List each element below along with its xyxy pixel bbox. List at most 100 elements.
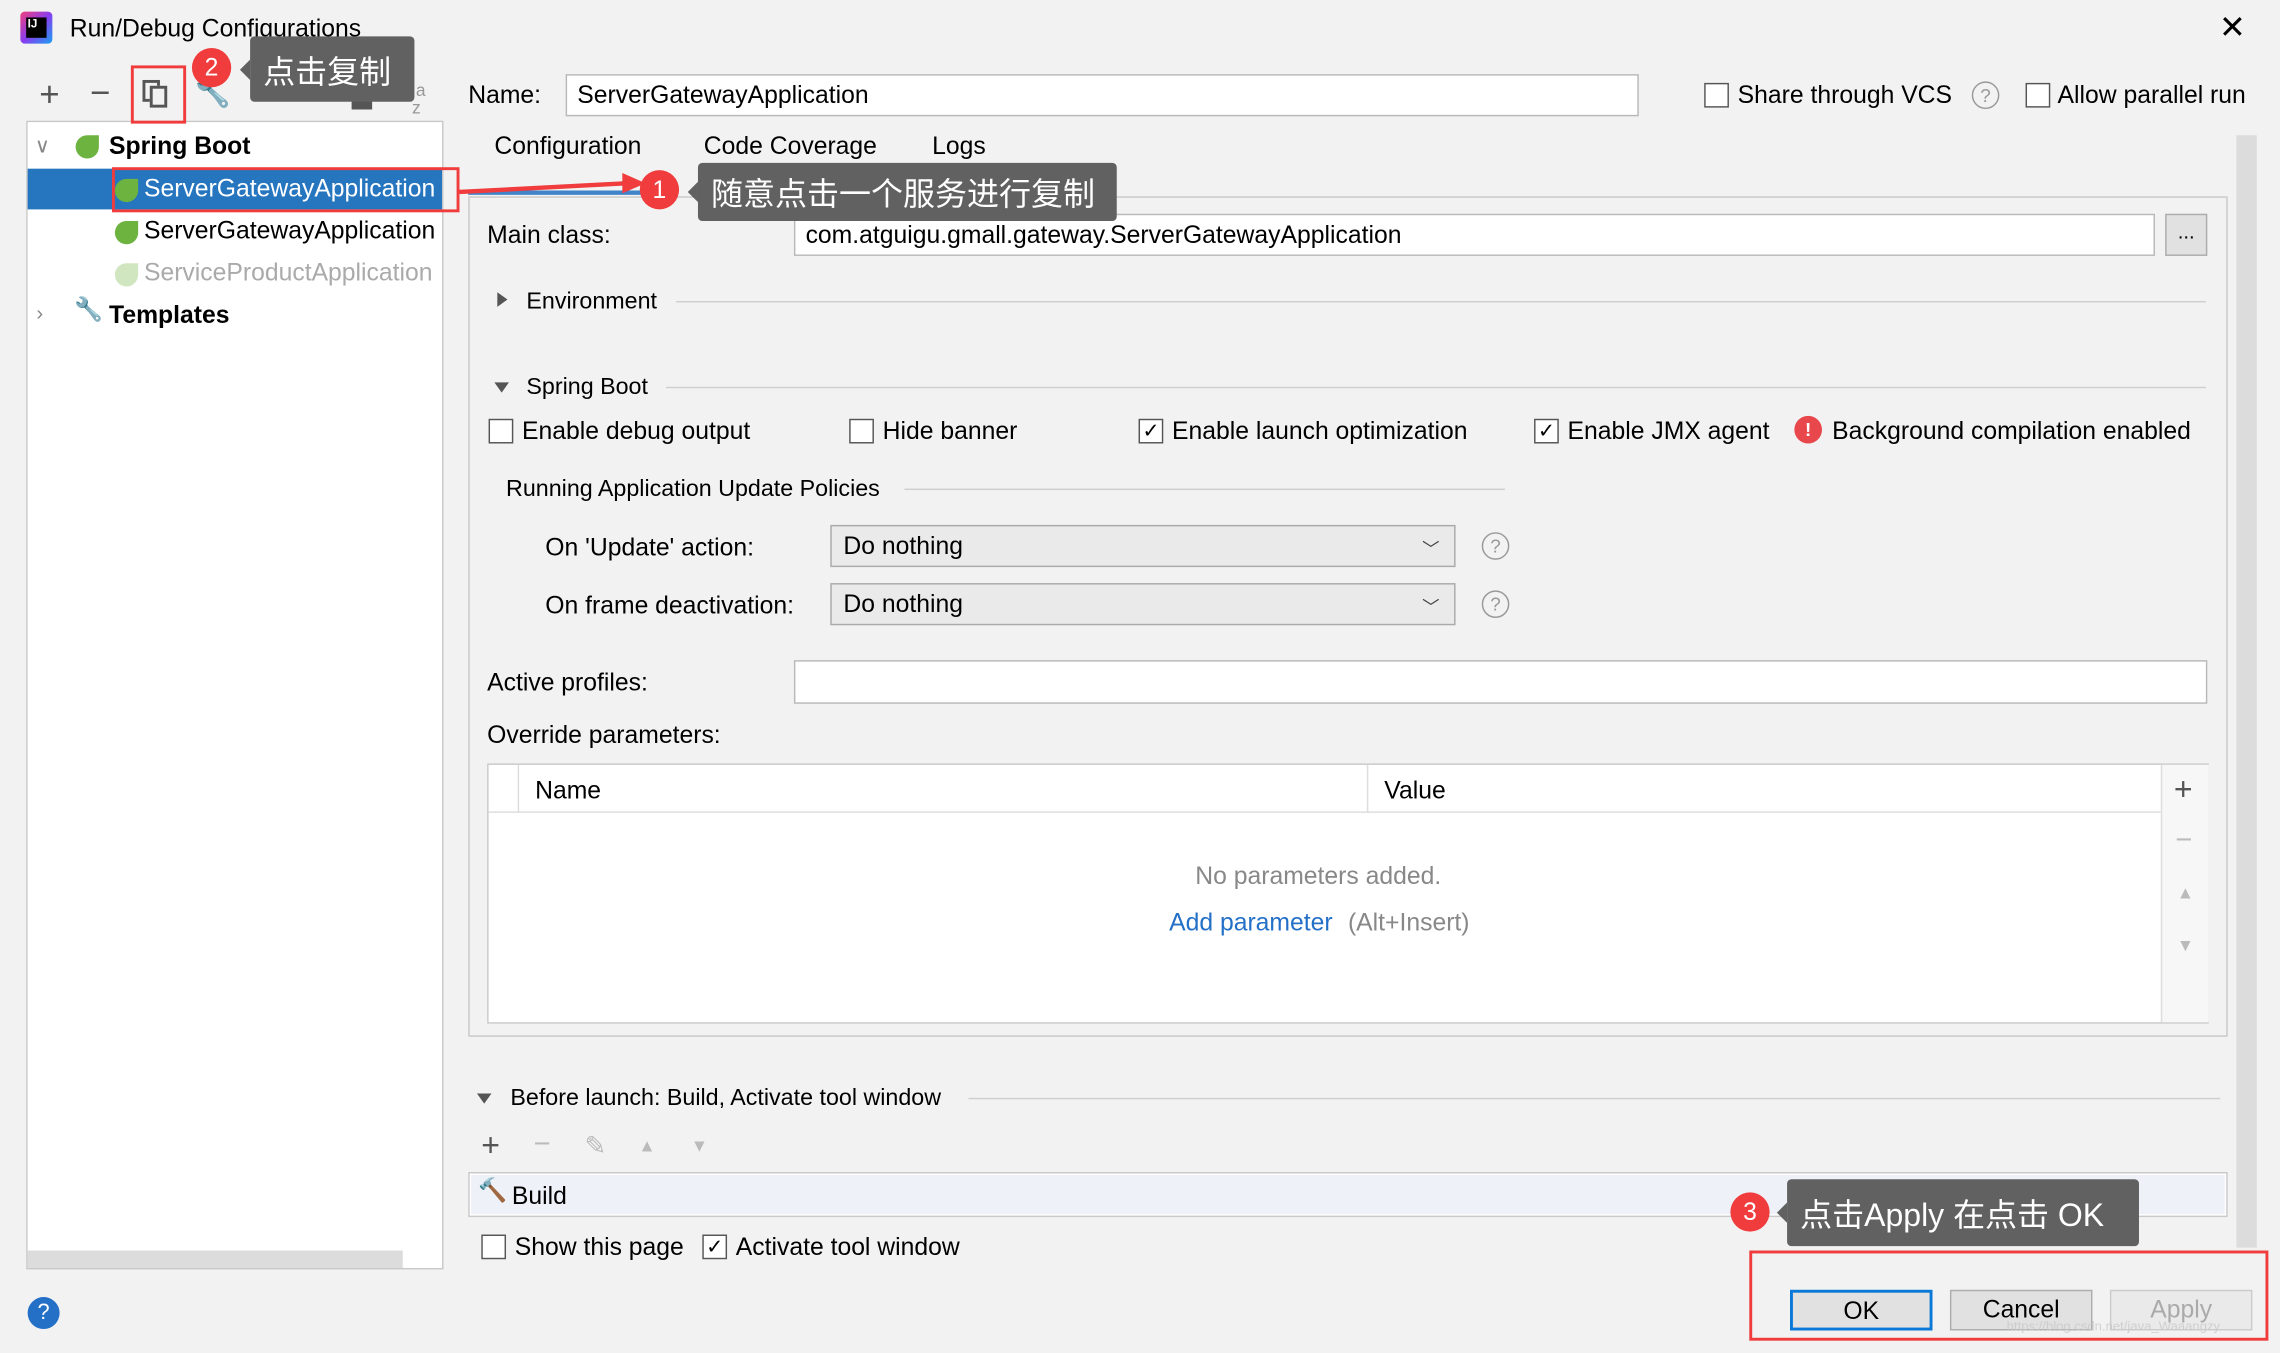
enable-debug-output-label: Enable debug output [522, 417, 751, 445]
run-debug-dialog: IJ Run/Debug Configurations ✕ + − 🔧 ▲ ▼ … [0, 0, 2280, 1353]
background-compilation-text: Background compilation enabled [1832, 417, 2191, 445]
help-icon[interactable]: ? [1971, 81, 2000, 110]
table-side-toolbar: + − ▲ ▼ [2160, 764, 2209, 1023]
activate-tool-window-checkbox[interactable]: ✓ [702, 1234, 728, 1260]
divider [676, 300, 2206, 303]
update-action-value: Do nothing [843, 531, 963, 560]
spring-boot-section[interactable]: Spring Boot [526, 376, 648, 400]
column-header-name[interactable]: Name [535, 778, 601, 803]
spring-boot-run-icon [114, 263, 139, 287]
divider [665, 386, 2206, 389]
configuration-tree: ∨ Spring Boot ServerGatewayApplication S… [26, 120, 444, 1270]
frame-deactivation-label: On frame deactivation: [545, 591, 794, 620]
name-label: Name: [468, 81, 542, 110]
environment-section[interactable]: Environment [526, 290, 657, 314]
empty-table-text: No parameters added. [1195, 862, 1442, 890]
annotation-badge-2: 2 [191, 47, 232, 88]
allow-parallel-label: Allow parallel run [2057, 81, 2246, 110]
column-header-value[interactable]: Value [1384, 778, 1445, 803]
horizontal-scrollbar[interactable] [27, 1250, 403, 1268]
expand-triangle-icon[interactable] [497, 292, 508, 307]
update-action-label: On 'Update' action: [545, 533, 754, 562]
tab-logs[interactable]: Logs [932, 134, 986, 159]
spring-boot-run-icon [114, 221, 139, 245]
annotation-box-copy [130, 65, 187, 124]
close-icon[interactable]: ✕ [2219, 11, 2246, 44]
before-launch-section[interactable]: Before launch: Build, Activate tool wind… [510, 1087, 941, 1111]
enable-debug-output-checkbox[interactable] [488, 418, 514, 444]
move-down-icon[interactable]: ▼ [691, 1137, 708, 1154]
tree-group-templates[interactable]: Templates [109, 302, 229, 327]
minus-icon[interactable]: − [90, 76, 110, 112]
annotation-tooltip-1: 随意点击一个服务进行复制 [687, 162, 1117, 222]
edit-task-icon[interactable]: ✎ [585, 1133, 607, 1159]
wrench-icon: 🔧 [74, 298, 104, 323]
move-up-icon[interactable]: ▲ [2177, 884, 2194, 901]
share-vcs-label: Share through VCS [1737, 81, 1953, 110]
tree-item-service-product[interactable]: ServiceProductApplication [144, 260, 433, 285]
annotation-badge-3: 3 [1730, 1192, 1770, 1232]
main-class-label: Main class: [487, 221, 611, 249]
help-icon[interactable]: ? [1481, 590, 1510, 618]
tree-group-spring-boot[interactable]: Spring Boot [109, 134, 250, 159]
override-parameters-table: Name Value + − ▲ ▼ No parameters added. … [487, 763, 2209, 1024]
annotation-tooltip-2: 点击复制 [239, 36, 415, 102]
annotation-box-select [111, 167, 460, 213]
show-this-page-checkbox[interactable] [481, 1234, 507, 1260]
enable-jmx-agent-label: Enable JMX agent [1567, 417, 1770, 445]
frame-deactivation-select[interactable]: Do nothing ﹀ [830, 583, 1456, 626]
chevron-down-icon: ﹀ [1422, 539, 1440, 560]
hide-banner-label: Hide banner [882, 417, 1018, 445]
annotation-badge-1: 1 [639, 170, 680, 210]
active-profiles-label: Active profiles: [487, 668, 648, 697]
annotation-arrow [459, 173, 646, 195]
annotation-box-buttons [1749, 1250, 2269, 1341]
divider [968, 1097, 2221, 1100]
hammer-icon: 🔨 [478, 1179, 508, 1204]
remove-row-icon[interactable]: − [2175, 826, 2192, 855]
column-divider [517, 764, 520, 813]
collapse-triangle-icon[interactable] [476, 1093, 492, 1104]
active-profiles-input[interactable] [793, 660, 2208, 704]
expand-chevron-icon[interactable]: › [36, 301, 43, 324]
frame-deactivation-value: Do nothing [843, 589, 963, 618]
add-task-icon[interactable]: + [481, 1129, 500, 1162]
collapse-triangle-icon[interactable] [494, 382, 509, 393]
tab-configuration[interactable]: Configuration [494, 134, 641, 159]
name-input[interactable]: ServerGatewayApplication [565, 74, 1639, 117]
spring-boot-icon [75, 135, 99, 159]
tree-item-server-gateway-2[interactable]: ServerGatewayApplication [144, 218, 435, 243]
move-up-icon[interactable]: ▲ [638, 1137, 655, 1154]
add-parameter-link[interactable]: Add parameter [1169, 910, 1333, 935]
help-button[interactable]: ? [27, 1297, 60, 1330]
update-action-select[interactable]: Do nothing ﹀ [830, 524, 1456, 568]
expand-chevron-icon[interactable]: ∨ [35, 134, 50, 159]
task-label: Build [511, 1182, 567, 1210]
allow-parallel-checkbox[interactable] [2025, 82, 2051, 108]
move-down-icon[interactable]: ▼ [2177, 936, 2194, 953]
browse-button[interactable]: ... [2165, 213, 2208, 256]
error-icon: ! [1794, 415, 1822, 444]
remove-task-icon[interactable]: − [534, 1130, 551, 1159]
column-divider [1366, 764, 1369, 813]
share-vcs-checkbox[interactable] [1704, 82, 1729, 108]
enable-launch-optimization-label: Enable launch optimization [1172, 417, 1468, 445]
hide-banner-checkbox[interactable] [849, 418, 874, 444]
help-icon[interactable]: ? [1481, 532, 1510, 560]
update-policies-label: Running Application Update Policies [506, 476, 880, 502]
add-parameter-shortcut: (Alt+Insert) [1347, 908, 1470, 937]
intellij-icon: IJ [20, 11, 53, 44]
enable-jmx-agent-checkbox[interactable]: ✓ [1534, 418, 1559, 444]
activate-tool-window-label: Activate tool window [735, 1233, 960, 1261]
vertical-scrollbar[interactable] [2236, 135, 2257, 1248]
show-this-page-label: Show this page [514, 1233, 684, 1261]
annotation-tooltip-3: 点击Apply 在点击 OK [1776, 1179, 2139, 1247]
table-header [488, 765, 2161, 813]
add-row-icon[interactable]: + [2174, 773, 2193, 806]
chevron-down-icon: ﹀ [1422, 597, 1440, 618]
plus-icon[interactable]: + [39, 78, 59, 114]
divider [904, 488, 1505, 491]
tab-code-coverage[interactable]: Code Coverage [704, 134, 877, 159]
enable-launch-optimization-checkbox[interactable]: ✓ [1138, 418, 1164, 444]
override-parameters-label: Override parameters: [487, 721, 721, 749]
